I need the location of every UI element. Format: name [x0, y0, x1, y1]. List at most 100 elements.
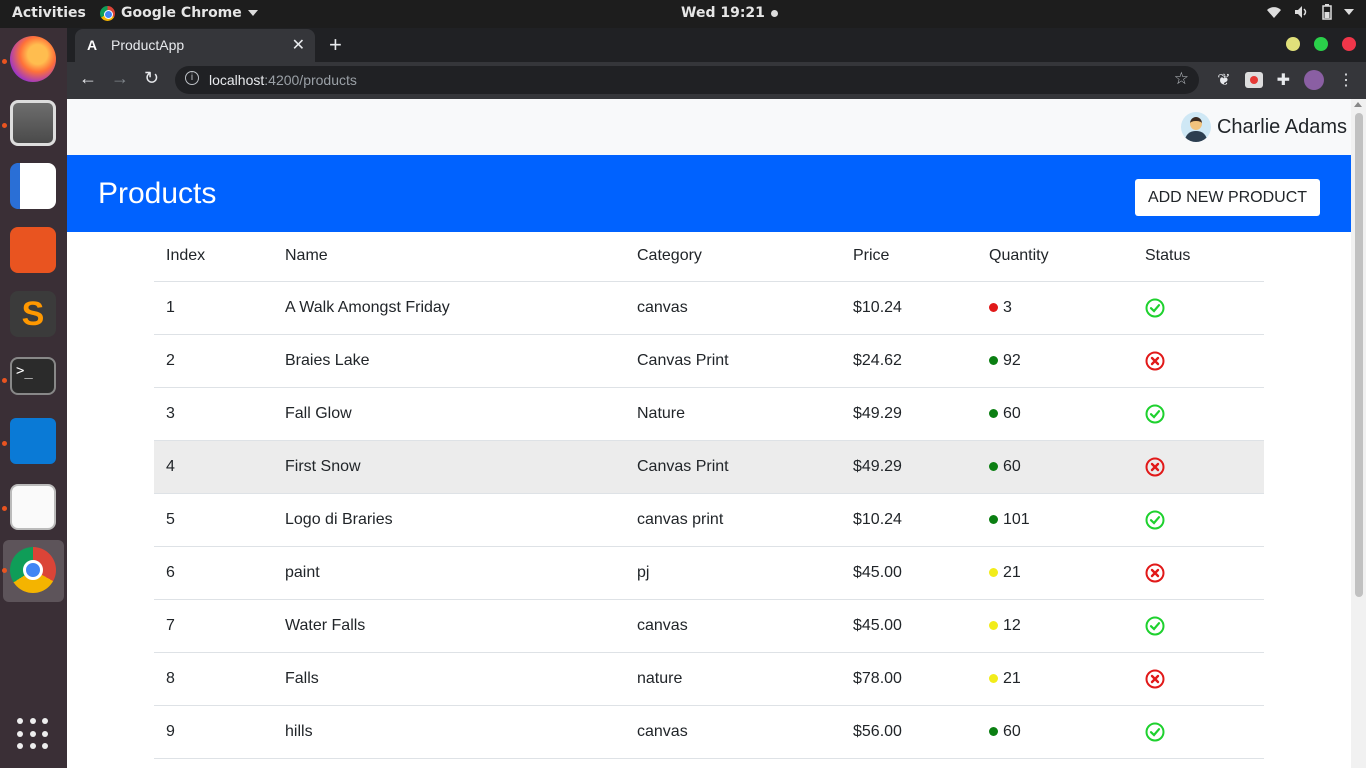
- reload-icon[interactable]: ↻: [144, 68, 159, 89]
- cell-name: Fall Glow: [273, 387, 625, 441]
- cell-name: hills: [273, 705, 625, 759]
- forward-icon[interactable]: →: [111, 68, 129, 89]
- screen-capture-extension-icon[interactable]: [1244, 72, 1263, 88]
- activities-button[interactable]: Activities: [12, 5, 86, 21]
- cell-status: [1133, 281, 1264, 335]
- cell-quantity: 21: [977, 652, 1133, 706]
- text-editor-icon[interactable]: [10, 484, 56, 530]
- maximize-icon[interactable]: [1314, 37, 1328, 51]
- cell-name: Water Falls: [273, 599, 625, 653]
- puzzle-extensions-icon[interactable]: ✚: [1277, 70, 1290, 90]
- chrome-menu-icon[interactable]: ⋮: [1338, 70, 1354, 90]
- cell-index: 3: [154, 387, 273, 441]
- stock-level-dot-icon: [989, 461, 998, 471]
- wifi-icon: [1267, 7, 1281, 18]
- table-row[interactable]: 8 Falls nature $78.00 21: [154, 652, 1264, 706]
- dock: S >_: [0, 28, 67, 768]
- software-icon[interactable]: [10, 227, 56, 273]
- cell-quantity: 60: [977, 705, 1133, 759]
- browser-toolbar: ← → ↻ i localhost:4200/products ☆ ❦ ✚ ⋮: [67, 62, 1366, 99]
- running-indicator: [2, 568, 7, 573]
- running-indicator: [2, 123, 7, 128]
- close-window-icon[interactable]: [1342, 37, 1356, 51]
- stock-level-dot-icon: [989, 673, 998, 683]
- cell-category: Nature: [625, 387, 841, 441]
- column-header-price[interactable]: Price: [841, 232, 977, 282]
- cell-status: [1133, 652, 1264, 706]
- table-row[interactable]: 6 paint pj $45.00 21: [154, 546, 1264, 600]
- gnome-extension-icon[interactable]: ❦: [1217, 70, 1230, 90]
- close-icon[interactable]: ✕: [292, 35, 305, 55]
- cell-category: Canvas Print: [625, 440, 841, 494]
- add-new-product-button[interactable]: ADD NEW PRODUCT: [1135, 179, 1320, 216]
- chevron-down-icon: [247, 10, 258, 16]
- table-row[interactable]: 3 Fall Glow Nature $49.29 60: [154, 387, 1264, 441]
- column-header-name[interactable]: Name: [273, 232, 625, 282]
- sublime-icon[interactable]: S: [10, 291, 56, 337]
- system-tray[interactable]: [1266, 4, 1354, 20]
- vscode-icon[interactable]: [10, 418, 56, 464]
- app-menu[interactable]: Google Chrome: [100, 5, 258, 21]
- chrome-icon[interactable]: [10, 547, 56, 593]
- cell-category: nature: [625, 652, 841, 706]
- back-icon[interactable]: ←: [79, 68, 97, 89]
- bookmark-star-icon[interactable]: ☆: [1174, 69, 1189, 89]
- scroll-up-icon[interactable]: [1354, 102, 1362, 107]
- table-row[interactable]: 9 hills canvas $56.00 60: [154, 705, 1264, 759]
- column-header-category[interactable]: Category: [625, 232, 841, 282]
- scrollbar-thumb[interactable]: [1355, 113, 1363, 597]
- column-header-status[interactable]: Status: [1133, 232, 1264, 282]
- quantity-value: 101: [1003, 510, 1030, 528]
- cell-index: 5: [154, 493, 273, 547]
- quantity-value: 92: [1003, 351, 1021, 369]
- user-profile[interactable]: Charlie Adams: [1180, 112, 1347, 142]
- column-header-quantity[interactable]: Quantity: [977, 232, 1133, 282]
- profile-avatar-icon[interactable]: [1304, 70, 1324, 90]
- writer-icon[interactable]: [10, 163, 56, 209]
- table-row[interactable]: 5 Logo di Braries canvas print $10.24 101: [154, 493, 1264, 547]
- quantity-value: 60: [1003, 404, 1021, 422]
- battery-icon: [1322, 4, 1332, 20]
- address-bar[interactable]: i localhost:4200/products ☆: [175, 66, 1199, 94]
- terminal-icon[interactable]: >_: [10, 357, 56, 395]
- cell-category: canvas: [625, 281, 841, 335]
- running-indicator: [2, 506, 7, 511]
- cell-status: [1133, 440, 1264, 494]
- cell-name: Braies Lake: [273, 334, 625, 388]
- clock[interactable]: Wed 19:21: [681, 5, 778, 21]
- window-controls: [1286, 37, 1356, 51]
- stock-level-dot-icon: [989, 355, 998, 365]
- table-row[interactable]: 1A Walk Amongst Friday canvas $10.24 3: [154, 281, 1264, 335]
- show-applications-icon[interactable]: [17, 718, 49, 750]
- app-menu-label: Google Chrome: [121, 5, 242, 21]
- files-icon[interactable]: [10, 100, 56, 146]
- table-row[interactable]: 7 Water Falls canvas $45.00 12: [154, 599, 1264, 653]
- check-circle-icon: [1145, 404, 1165, 423]
- check-circle-icon: [1145, 722, 1165, 741]
- tab-title: ProductApp: [111, 37, 185, 53]
- check-circle-icon: [1145, 298, 1165, 317]
- column-header-index[interactable]: Index: [154, 232, 273, 282]
- site-info-icon[interactable]: i: [185, 71, 199, 85]
- cell-name: Falls: [273, 652, 625, 706]
- new-tab-icon[interactable]: +: [329, 32, 342, 58]
- cell-quantity: 60: [977, 387, 1133, 441]
- page-scrollbar[interactable]: [1351, 99, 1366, 768]
- angular-favicon-icon: A: [87, 37, 98, 53]
- minimize-icon[interactable]: [1286, 37, 1300, 51]
- cell-index: 6: [154, 546, 273, 600]
- cell-category: pj: [625, 546, 841, 600]
- cell-category: Canvas Print: [625, 334, 841, 388]
- tab-bar: A ProductApp ✕ +: [67, 28, 1366, 62]
- table-row[interactable]: 2 Braies Lake Canvas Print $24.62 92: [154, 334, 1264, 388]
- firefox-icon[interactable]: [10, 36, 56, 82]
- table-row[interactable]: 4 First Snow Canvas Print $49.29 60: [154, 440, 1264, 494]
- user-name: Charlie Adams: [1216, 115, 1347, 138]
- cell-price: $56.00: [841, 705, 977, 759]
- tab-productapp[interactable]: A ProductApp ✕: [75, 29, 315, 62]
- avatar: [1180, 112, 1211, 142]
- cell-category: canvas: [625, 599, 841, 653]
- cell-name: First Snow: [273, 440, 625, 494]
- notification-dot-icon: [770, 9, 778, 17]
- cell-price: $49.29: [841, 440, 977, 494]
